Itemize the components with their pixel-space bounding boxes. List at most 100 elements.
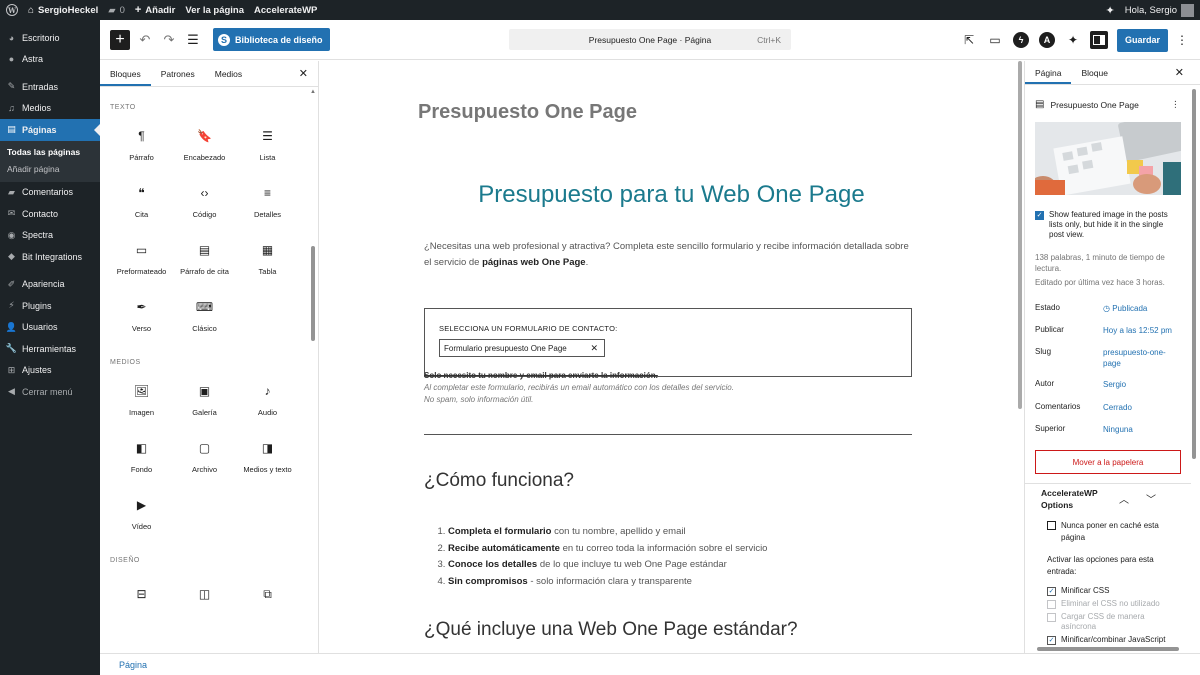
property-value[interactable]: presupuesto-one-page	[1103, 347, 1175, 369]
block-item[interactable]: ⊟	[110, 574, 173, 624]
property-value[interactable]: Sergio	[1103, 379, 1126, 390]
featured-image[interactable]	[1035, 122, 1181, 195]
settings-horizontal-scrollbar[interactable]	[1037, 647, 1179, 651]
async-css-checkbox[interactable]	[1047, 613, 1056, 622]
steps-list[interactable]: Completa el formulario con tu nombre, ap…	[448, 524, 767, 590]
menu-bit-integrations[interactable]: ◆ Bit Integrations	[0, 246, 100, 268]
async-css-option[interactable]: Cargar CSS de manera asíncrona	[1047, 612, 1171, 632]
property-value[interactable]: ◷ Publicada	[1103, 303, 1147, 314]
tab-block[interactable]: Bloque	[1071, 61, 1117, 84]
property-value[interactable]: Hoy a las 12:52 pm	[1103, 325, 1172, 336]
form-select-field[interactable]: Formulario presupuesto One Page ✕	[439, 339, 605, 357]
block-item[interactable]: ⌨ Clásico	[173, 292, 236, 342]
main-heading[interactable]: Presupuesto para tu Web One Page	[320, 181, 1023, 209]
property-value[interactable]: Ninguna	[1103, 424, 1133, 435]
menu-tools[interactable]: 🔧 Herramientas	[0, 338, 100, 360]
block-item[interactable]: 🖼 Imagen	[110, 376, 173, 426]
block-item[interactable]: 🔖 Encabezado	[173, 121, 236, 171]
menu-astra[interactable]: ● Astra	[0, 49, 100, 71]
preview-device-button[interactable]: ▭	[983, 28, 1007, 52]
block-item[interactable]: ⧉	[236, 574, 299, 624]
block-item[interactable]: ▢ Archivo	[173, 433, 236, 483]
minify-css-option[interactable]: ✓ Minificar CSS	[1047, 586, 1109, 596]
menu-settings[interactable]: ⊞ Ajustes	[0, 360, 100, 382]
block-item[interactable]: ▤ Párrafo de cita	[173, 235, 236, 285]
document-overview-button[interactable]: ☰	[181, 28, 205, 52]
astra-settings-button[interactable]: A	[1035, 28, 1059, 52]
property-value[interactable]: Cerrado	[1103, 402, 1132, 413]
comments-link[interactable]: ▰ 0	[103, 0, 130, 20]
options-menu-button[interactable]: ⋮	[1170, 28, 1194, 52]
close-inserter-button[interactable]: ✕	[299, 67, 308, 80]
settings-scrollbar[interactable]	[1192, 89, 1196, 459]
block-item[interactable]: ▶ Vídeo	[110, 490, 173, 540]
menu-posts[interactable]: ✎ Entradas	[0, 76, 100, 98]
block-inserter-toggle[interactable]: +	[110, 29, 130, 50]
tab-page[interactable]: Página	[1025, 61, 1071, 84]
redo-button[interactable]: ↷	[157, 28, 181, 52]
inserter-scrollbar[interactable]	[311, 246, 315, 341]
block-item[interactable]: ☰ Lista	[236, 121, 299, 171]
more-vertical-icon[interactable]: ⋮	[1171, 99, 1180, 110]
menu-users[interactable]: 👤 Usuarios	[0, 317, 100, 339]
ai-sparkle-icon[interactable]: ✦	[1101, 0, 1120, 20]
contact-form-block[interactable]: SELECCIONA UN FORMULARIO DE CONTACTO: Fo…	[424, 308, 912, 377]
remove-css-option[interactable]: Eliminar el CSS no utilizado	[1047, 599, 1160, 609]
ai-assistant-button[interactable]: ✦	[1061, 28, 1085, 52]
design-library-button[interactable]: S Biblioteca de diseño	[213, 28, 330, 51]
spectra-button[interactable]: ϟ	[1009, 28, 1033, 52]
view-page-button[interactable]: ⇱	[957, 28, 981, 52]
tab-media[interactable]: Medios	[205, 61, 252, 86]
menu-comments[interactable]: ▰ Comentarios	[0, 182, 100, 204]
acceleratewp-link[interactable]: AccelerateWP	[249, 0, 322, 20]
form-notes[interactable]: Solo necesito tu nombre y email para env…	[424, 370, 734, 406]
menu-dashboard[interactable]: ◕ Escritorio	[0, 27, 100, 49]
block-item[interactable]: ◨ Medios y texto	[236, 433, 299, 483]
tab-patterns[interactable]: Patrones	[151, 61, 205, 86]
move-to-trash-button[interactable]: Mover a la papelera	[1035, 450, 1181, 474]
new-content-link[interactable]: + Añadir	[130, 0, 181, 20]
breadcrumb[interactable]: Página	[119, 660, 147, 670]
acceleratewp-panel-title[interactable]: AccelerateWP Options	[1041, 487, 1121, 511]
never-cache-option[interactable]: Nunca poner en caché esta página	[1047, 520, 1171, 544]
featured-visibility-option[interactable]: ✓ Show featured image in the posts lists…	[1035, 210, 1177, 240]
menu-spectra[interactable]: ◉ Spectra	[0, 225, 100, 247]
close-settings-button[interactable]: ✕	[1175, 66, 1184, 79]
wp-logo-menu[interactable]: W	[0, 0, 23, 20]
heading-how-it-works[interactable]: ¿Cómo funciona?	[424, 470, 574, 492]
remove-css-checkbox[interactable]	[1047, 600, 1056, 609]
intro-paragraph[interactable]: ¿Necesitas una web profesional y atracti…	[424, 239, 914, 271]
minify-css-checkbox[interactable]: ✓	[1047, 587, 1056, 596]
never-cache-checkbox[interactable]	[1047, 521, 1056, 530]
canvas-scrollbar[interactable]	[1016, 61, 1024, 653]
featured-visibility-checkbox[interactable]: ✓	[1035, 211, 1044, 220]
clear-icon[interactable]: ✕	[590, 343, 598, 354]
page-title[interactable]: Presupuesto One Page	[418, 101, 637, 124]
move-up-button[interactable]: ︿	[1119, 491, 1129, 506]
block-item[interactable]: ✒ Verso	[110, 292, 173, 342]
menu-collapse[interactable]: ◀ Cerrar menú	[0, 381, 100, 403]
block-item[interactable]: ≡ Detalles	[236, 178, 299, 228]
submenu-all-pages[interactable]: Todas las páginas	[0, 144, 100, 161]
block-item[interactable]: ▦ Tabla	[236, 235, 299, 285]
heading-what-includes[interactable]: ¿Qué incluye una Web One Page estándar?	[424, 619, 798, 641]
view-page-link[interactable]: Ver la página	[180, 0, 249, 20]
block-item[interactable]: ◧ Fondo	[110, 433, 173, 483]
block-item[interactable]: ♪ Audio	[236, 376, 299, 426]
save-button[interactable]: Guardar	[1116, 28, 1168, 52]
menu-plugins[interactable]: ⚡ Plugins	[0, 295, 100, 317]
undo-button[interactable]: ↶	[133, 28, 157, 52]
minify-js-option[interactable]: ✓ Minificar/combinar JavaScript	[1047, 635, 1165, 645]
menu-pages[interactable]: ▤ Páginas	[0, 119, 100, 141]
block-item[interactable]: ‹› Código	[173, 178, 236, 228]
settings-toggle[interactable]	[1087, 28, 1111, 52]
block-item[interactable]: ¶ Párrafo	[110, 121, 173, 171]
block-item[interactable]: ❝ Cita	[110, 178, 173, 228]
menu-contact[interactable]: ✉ Contacto	[0, 203, 100, 225]
site-name-link[interactable]: ⌂ SergioHeckel	[23, 0, 103, 20]
separator[interactable]	[424, 434, 912, 435]
move-down-button[interactable]: ﹀	[1146, 491, 1156, 506]
block-item[interactable]: ◫	[173, 574, 236, 624]
block-item[interactable]: ▣ Galería	[173, 376, 236, 426]
menu-media[interactable]: ♫ Medios	[0, 98, 100, 120]
